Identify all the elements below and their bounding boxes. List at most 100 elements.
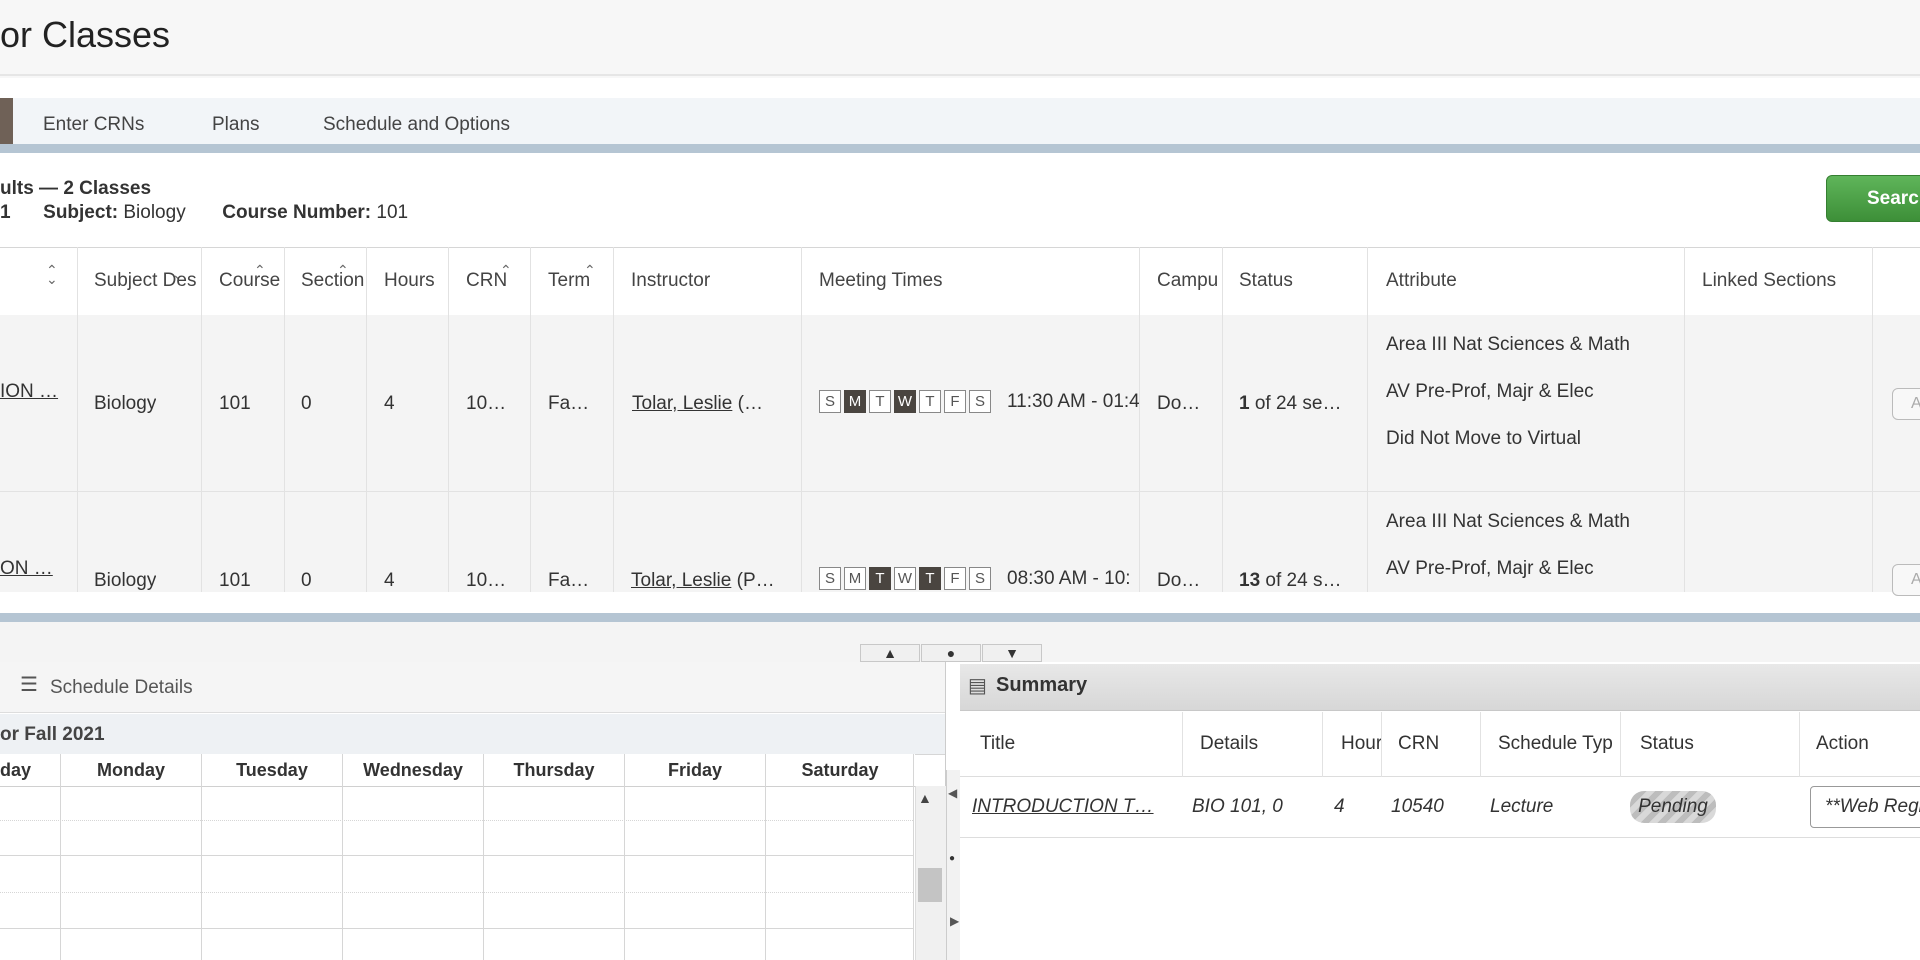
- meeting-days: S M T W T F S: [819, 567, 994, 590]
- summary-col-title: Title: [980, 733, 1016, 754]
- col-header-linked-sections[interactable]: Linked Sections: [1702, 247, 1872, 314]
- column-divider: [77, 247, 78, 592]
- cell-subject: Biology: [94, 570, 157, 591]
- column-divider: [1872, 247, 1873, 592]
- cell-instructor: Tolar, Leslie (P…: [631, 570, 796, 592]
- summary-course-title-link[interactable]: INTRODUCTION T…: [972, 777, 1172, 837]
- col-header-status[interactable]: Status: [1239, 247, 1359, 314]
- day-box: S: [969, 567, 991, 590]
- collapse-left-icon[interactable]: ◀: [948, 786, 957, 800]
- scrollbar-thumb[interactable]: [918, 868, 942, 902]
- column-divider: [1139, 247, 1140, 592]
- divider-handle-icon[interactable]: ●: [949, 853, 955, 864]
- summary-col-schedule-type: Schedule Typ: [1498, 733, 1613, 754]
- cell-term: Fa…: [548, 393, 590, 414]
- subject-value: Biology: [123, 202, 186, 223]
- summary-schedule-type: Lecture: [1490, 796, 1554, 817]
- column-divider: [201, 247, 202, 592]
- time-slot-line: [0, 855, 913, 857]
- tab-active-indicator[interactable]: [0, 98, 13, 144]
- day-box: W: [894, 567, 916, 590]
- cell-campus: Do…: [1157, 393, 1201, 414]
- day-box: M: [844, 390, 866, 413]
- tab-plans[interactable]: Plans: [212, 114, 260, 136]
- col-header-meeting-times[interactable]: Meeting Times: [819, 247, 1139, 314]
- course-title-link[interactable]: ION …: [0, 381, 70, 403]
- col-header-section[interactable]: Section: [301, 247, 365, 314]
- collapse-up-icon[interactable]: ▲: [860, 644, 920, 662]
- tab-bar: [0, 98, 1920, 144]
- cell-subject: Biology: [94, 393, 157, 414]
- summary-crn: 10540: [1391, 796, 1444, 817]
- collapse-right-icon[interactable]: ▶: [950, 914, 959, 928]
- day-box: F: [944, 390, 966, 413]
- cell-instructor: Tolar, Leslie (…: [632, 393, 792, 415]
- schedule-details-tab[interactable]: Schedule Details: [50, 677, 193, 699]
- col-header-crn[interactable]: CRN: [466, 247, 530, 314]
- day-box: T: [919, 567, 941, 590]
- course-number-label: Course Number:: [222, 202, 372, 223]
- splitter-handle-icon[interactable]: ●: [921, 644, 981, 662]
- day-box: T: [869, 567, 891, 590]
- column-divider: [530, 247, 531, 592]
- weekday-header: Saturday: [801, 760, 879, 780]
- col-header-subject[interactable]: Subject Des: [94, 247, 200, 314]
- weekday-header: Thursday: [513, 760, 595, 780]
- summary-col-action: Action: [1816, 733, 1869, 754]
- weekday-header: day: [0, 760, 32, 780]
- cell-course: 101: [219, 570, 251, 591]
- subject-label: Subject:: [43, 202, 119, 223]
- seats-remaining: 13: [1239, 570, 1261, 591]
- collapse-down-icon[interactable]: ▼: [982, 644, 1042, 662]
- scroll-up-icon[interactable]: ▲: [918, 790, 932, 806]
- meeting-days: S M T W T F S: [819, 390, 994, 413]
- time-slot-line: [0, 928, 913, 930]
- add-button[interactable]: A: [1892, 564, 1920, 596]
- summary-col-crn: CRN: [1398, 733, 1440, 754]
- calendar-table-icon: ▤: [968, 675, 987, 697]
- cell-status: 13 of 24 s…: [1239, 570, 1363, 592]
- action-select[interactable]: **Web Regi: [1810, 786, 1920, 828]
- page-title: or Classes: [0, 14, 171, 55]
- summary-col-status: Status: [1640, 733, 1694, 754]
- instructor-link[interactable]: Tolar, Leslie: [631, 570, 731, 591]
- day-box: W: [894, 390, 916, 413]
- day-column-divider: [913, 754, 914, 960]
- sort-icon[interactable]: ⌃ ⌄: [46, 262, 58, 296]
- column-divider: [1684, 247, 1685, 592]
- grid-bottom-bar: [0, 613, 1920, 622]
- col-header-campus[interactable]: Campu: [1157, 247, 1221, 314]
- day-box: F: [944, 567, 966, 590]
- status-badge: Pending: [1630, 791, 1716, 823]
- add-button[interactable]: A: [1892, 388, 1920, 420]
- col-header-hours[interactable]: Hours: [384, 247, 448, 314]
- day-box: S: [969, 390, 991, 413]
- tabs-bottom-bar: [0, 144, 1920, 153]
- weekday-header: Tuesday: [236, 760, 308, 780]
- weekday-header: Friday: [667, 760, 723, 780]
- cell-section: 0: [301, 393, 312, 414]
- column-divider: [1367, 247, 1368, 592]
- seats-total: of 24 se…: [1249, 393, 1342, 414]
- course-title-link[interactable]: ON …: [0, 558, 70, 580]
- instructor-link[interactable]: Tolar, Leslie: [632, 393, 732, 414]
- search-again-button[interactable]: Searc: [1826, 175, 1920, 222]
- col-header-term[interactable]: Term: [548, 247, 612, 314]
- seats-total: of 24 s…: [1260, 570, 1342, 591]
- tab-enter-crns[interactable]: Enter CRNs: [43, 114, 144, 136]
- results-title: ults — 2 Classes: [0, 178, 152, 199]
- schedule-term-label: or Fall 2021: [0, 724, 105, 745]
- col-header-instructor[interactable]: Instructor: [631, 247, 801, 314]
- tab-schedule-and-options[interactable]: Schedule and Options: [323, 114, 510, 136]
- attribute-item: Area III Nat Sciences & Math: [1386, 511, 1630, 532]
- summary-panel-header: [960, 664, 1920, 711]
- col-header-course[interactable]: Course: [219, 247, 283, 314]
- cell-term: Fa…: [548, 570, 590, 591]
- cell-course: 101: [219, 393, 251, 414]
- attribute-item: Area III Nat Sciences & Math: [1386, 334, 1630, 355]
- title-divider: [0, 74, 1920, 76]
- column-divider: [366, 247, 367, 592]
- cell-section: 0: [301, 570, 312, 591]
- col-header-attribute[interactable]: Attribute: [1386, 247, 1676, 314]
- header-background: [0, 0, 1920, 78]
